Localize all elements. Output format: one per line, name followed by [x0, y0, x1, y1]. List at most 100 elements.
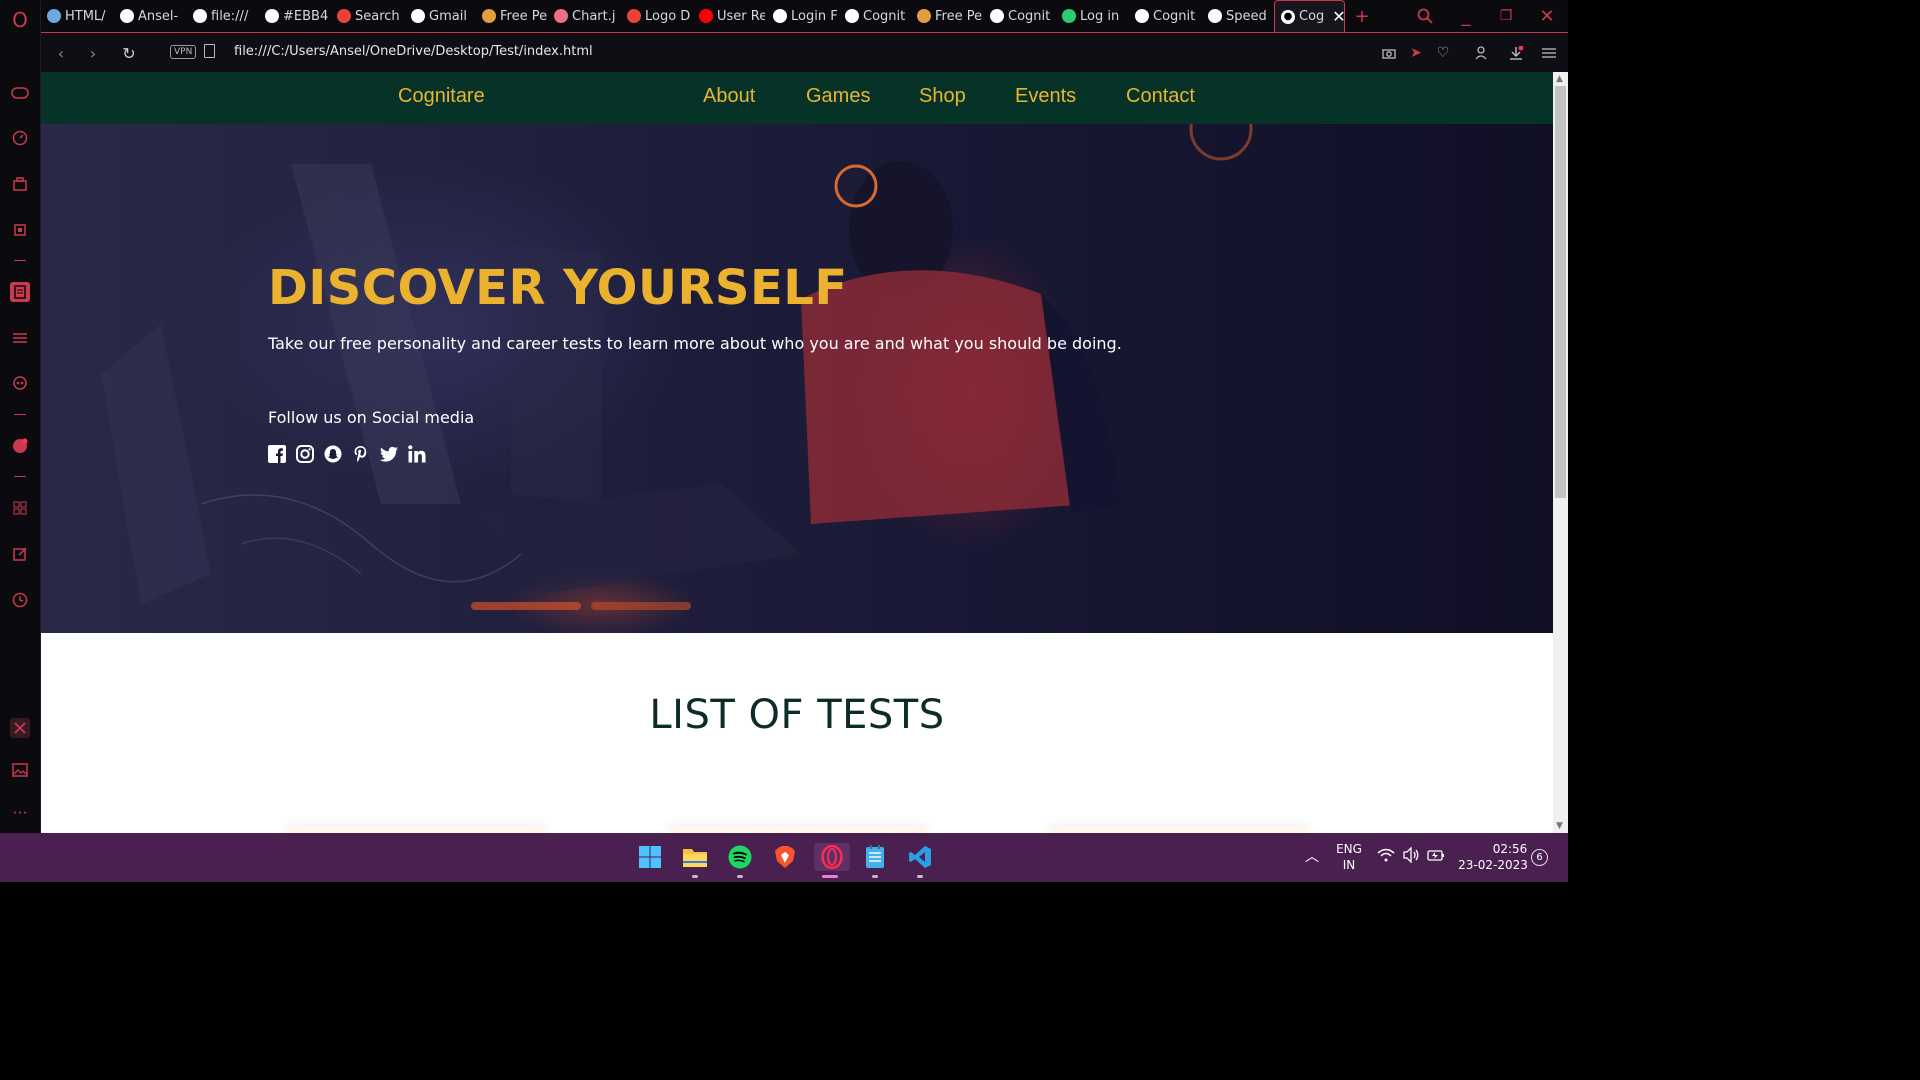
- browser-tab[interactable]: Chart.j: [554, 4, 620, 28]
- site-navbar: Cognitare About Games Shop Events Contac…: [41, 72, 1553, 124]
- tab-label: Cognit: [1008, 8, 1051, 24]
- windows-start-icon[interactable]: [636, 843, 664, 871]
- apps-grid-icon[interactable]: [10, 498, 30, 518]
- window-close-icon[interactable]: ✕: [1535, 4, 1559, 28]
- image-icon[interactable]: [10, 760, 30, 780]
- whatsapp-icon[interactable]: [10, 436, 30, 456]
- spotify-icon[interactable]: [726, 843, 754, 871]
- globe-icon: [845, 9, 859, 23]
- history-icon[interactable]: [10, 590, 30, 610]
- browser-tab[interactable]: Logo D: [627, 4, 693, 28]
- battery-icon[interactable]: [1427, 848, 1445, 865]
- scroll-down-icon[interactable]: ▼: [1556, 821, 1563, 831]
- notification-badge[interactable]: 6: [1531, 849, 1548, 866]
- reload-icon[interactable]: ↻: [117, 41, 141, 65]
- volume-icon[interactable]: [1402, 846, 1420, 866]
- scroll-up-icon[interactable]: ▲: [1556, 74, 1563, 84]
- browser-tab[interactable]: Cognit: [845, 4, 911, 28]
- vscode-icon[interactable]: [906, 843, 934, 871]
- pinterest-icon[interactable]: [352, 445, 370, 463]
- follow-heading: Follow us on Social media: [268, 408, 475, 427]
- running-indicator: [917, 875, 923, 878]
- nav-link-about[interactable]: About: [703, 85, 755, 108]
- linkedin-icon[interactable]: [408, 445, 426, 463]
- vpn-badge[interactable]: VPN: [170, 45, 197, 59]
- cpu-icon[interactable]: [10, 220, 30, 240]
- browser-tab[interactable]: Speed: [1208, 4, 1274, 28]
- skull-icon[interactable]: [10, 374, 30, 394]
- notepad-icon[interactable]: [861, 843, 889, 871]
- chartjs-icon: [554, 9, 568, 23]
- browser-tab[interactable]: Ansel-: [120, 4, 186, 28]
- wifi-icon[interactable]: [1377, 848, 1395, 865]
- browser-tab[interactable]: file:///: [193, 4, 259, 28]
- instagram-icon[interactable]: [296, 445, 314, 463]
- camera-icon[interactable]: [1379, 41, 1399, 65]
- close-icon[interactable]: ✕: [1332, 7, 1344, 26]
- url-field[interactable]: file:///C:/Users/Ansel/OneDrive/Desktop/…: [234, 44, 593, 59]
- tab-active[interactable]: ● Cog ✕: [1274, 0, 1345, 32]
- new-tab-icon[interactable]: +: [1350, 4, 1374, 28]
- page-scrollbar[interactable]: ▲ ▼: [1553, 72, 1568, 833]
- windows-taskbar: ︿ ENG IN 02:56 23-02-2023: [0, 833, 1568, 882]
- tab-label: Cognit: [1153, 8, 1196, 24]
- easy-setup-icon[interactable]: [1539, 41, 1559, 65]
- download-icon[interactable]: [1506, 41, 1526, 65]
- search-tabs-icon[interactable]: [1413, 4, 1437, 28]
- youtube-icon: [699, 9, 713, 23]
- account-icon[interactable]: [1471, 41, 1491, 65]
- nav-link-shop[interactable]: Shop: [919, 85, 966, 108]
- address-bar: ‹ › ↻ VPN file:///C:/Users/Ansel/OneDriv…: [41, 32, 1568, 72]
- browser-tab[interactable]: Search: [337, 4, 403, 28]
- globe-icon: [773, 9, 787, 23]
- gamepad-icon[interactable]: [10, 83, 30, 103]
- language-top[interactable]: ENG: [1334, 842, 1364, 856]
- browser-tab[interactable]: HTML/: [47, 4, 113, 28]
- facebook-icon[interactable]: [268, 445, 286, 463]
- clock-date[interactable]: 23-02-2023: [1458, 858, 1528, 872]
- browser-tab[interactable]: Cognit: [990, 4, 1056, 28]
- browser-tab[interactable]: Free Pe: [917, 4, 983, 28]
- tab-label: Cognit: [863, 8, 906, 24]
- twitter-icon[interactable]: [380, 445, 398, 463]
- file-explorer-icon[interactable]: [681, 843, 709, 871]
- tab-label: Search: [355, 8, 400, 24]
- forward-icon[interactable]: ›: [81, 41, 105, 65]
- minimize-icon[interactable]: _: [1454, 4, 1478, 28]
- more-icon[interactable]: ···: [10, 802, 30, 822]
- browser-tab[interactable]: User Re: [699, 4, 765, 28]
- snap-icon[interactable]: [10, 718, 30, 738]
- tab-label: Logo D: [645, 8, 691, 24]
- heart-icon[interactable]: ♡: [1433, 41, 1453, 65]
- list-icon[interactable]: [10, 328, 30, 348]
- browser-tab[interactable]: Cognit: [1135, 4, 1201, 28]
- browser-tab[interactable]: Login F: [773, 4, 839, 28]
- google-icon: [411, 9, 425, 23]
- nav-link-events[interactable]: Events: [1015, 85, 1076, 108]
- language-bottom[interactable]: IN: [1334, 858, 1364, 872]
- send-icon[interactable]: ➤: [1406, 41, 1426, 65]
- news-icon[interactable]: [10, 282, 30, 302]
- gaming-bag-icon[interactable]: [10, 174, 30, 194]
- brave-icon[interactable]: [771, 843, 799, 871]
- clock-time[interactable]: 02:56: [1482, 842, 1538, 856]
- opera-gx-icon[interactable]: [814, 843, 850, 871]
- show-hidden-icons[interactable]: ︿: [1305, 846, 1319, 866]
- speedometer-icon[interactable]: [10, 128, 30, 148]
- restore-icon[interactable]: ❐: [1494, 4, 1518, 28]
- site-brand[interactable]: Cognitare: [398, 85, 485, 108]
- back-icon[interactable]: ‹: [49, 41, 73, 65]
- browser-tab[interactable]: Gmail: [411, 4, 477, 28]
- tab-bar: HTML/Ansel-file:/// #EBB4 Search Gmail Free …: [41, 0, 1568, 32]
- browser-tab[interactable]: #EBB4: [265, 4, 331, 28]
- nav-link-contact[interactable]: Contact: [1126, 85, 1195, 108]
- globe-icon: ●: [1281, 9, 1295, 24]
- nav-link-games[interactable]: Games: [806, 85, 870, 108]
- browser-tab[interactable]: Free Pe: [482, 4, 548, 28]
- edit-icon[interactable]: [10, 544, 30, 564]
- snapchat-icon[interactable]: [324, 445, 342, 463]
- scroll-thumb[interactable]: [1555, 86, 1566, 498]
- browser-tab[interactable]: Log in: [1062, 4, 1128, 28]
- opera-logo-icon[interactable]: O: [10, 8, 30, 32]
- active-indicator: [822, 875, 838, 878]
